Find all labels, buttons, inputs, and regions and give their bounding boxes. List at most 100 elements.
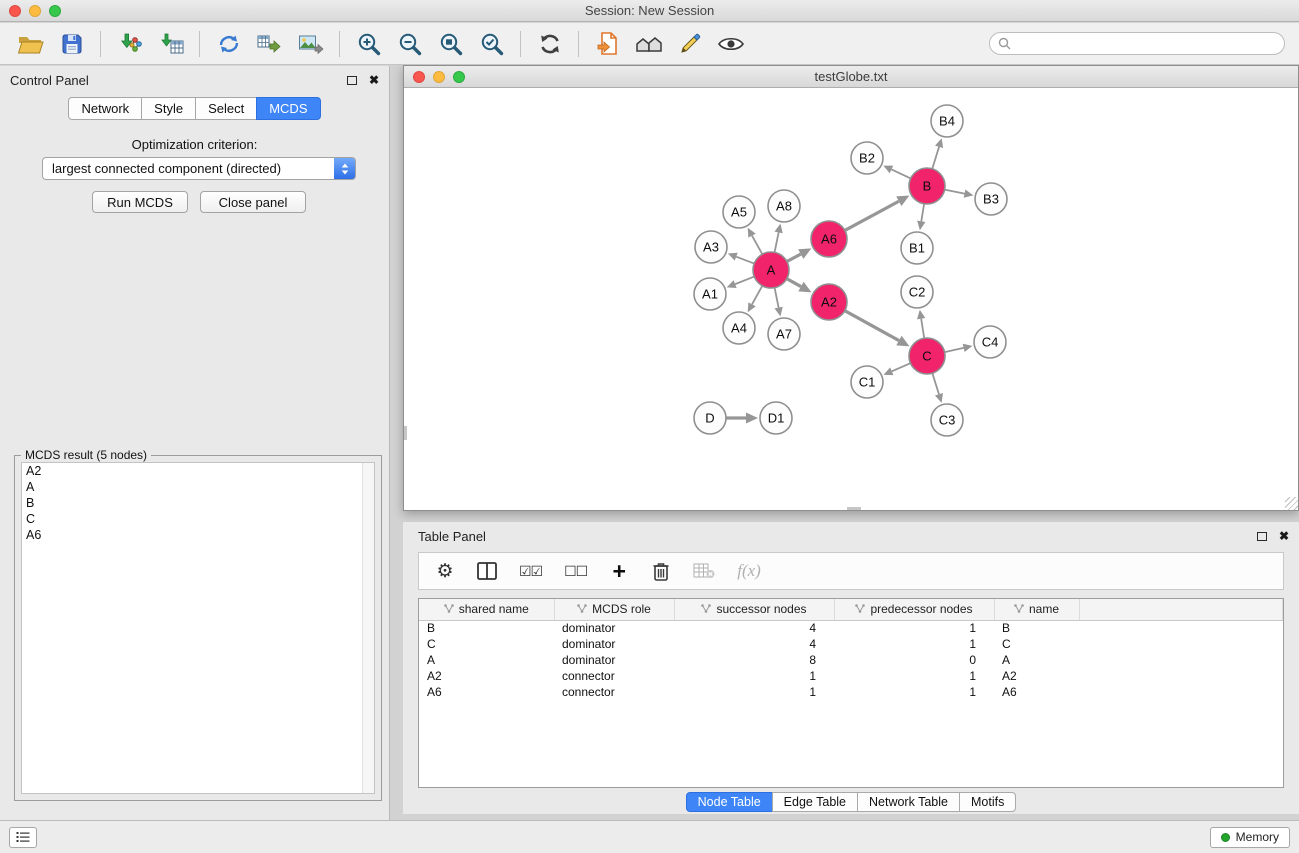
- column-header-predecessor-nodes[interactable]: predecessor nodes: [834, 599, 994, 620]
- deselect-all-button[interactable]: ☐☐: [564, 563, 587, 580]
- search-input[interactable]: [1016, 37, 1276, 51]
- resize-grip[interactable]: [1285, 497, 1298, 510]
- column-header-mcds-role[interactable]: MCDS role: [554, 599, 674, 620]
- save-session-button[interactable]: [51, 26, 92, 62]
- gear-icon: ⚙: [436, 562, 453, 581]
- optimization-criterion-select[interactable]: largest connected component (directed): [42, 157, 356, 180]
- column-label: predecessor nodes: [870, 602, 972, 616]
- tab-network[interactable]: Network: [68, 97, 142, 120]
- toolbar-separator: [520, 31, 521, 57]
- share-network-button[interactable]: [208, 26, 249, 62]
- table-row[interactable]: A6connector11A6: [419, 684, 1283, 700]
- graph-edge-A2-C[interactable]: [845, 311, 899, 341]
- delete-row-button[interactable]: [651, 561, 671, 582]
- graph-edge-C-C1[interactable]: [892, 363, 911, 371]
- table-cell: 1: [834, 684, 994, 700]
- graph-edge-B-B1[interactable]: [921, 204, 924, 222]
- network-from-table-button[interactable]: [249, 26, 290, 62]
- graph-edge-B-B4[interactable]: [932, 147, 939, 169]
- mcds-result-item[interactable]: C: [22, 511, 374, 527]
- graph-edge-A-A5[interactable]: [752, 236, 762, 255]
- graph-edge-B-B3[interactable]: [945, 190, 965, 194]
- table-row[interactable]: Adominator80A: [419, 652, 1283, 668]
- mcds-result-item[interactable]: A6: [22, 527, 374, 543]
- graph-edge-C-C4[interactable]: [945, 348, 964, 352]
- network-window-titlebar[interactable]: testGlobe.txt: [404, 66, 1298, 88]
- mcds-result-title: MCDS result (5 nodes): [21, 448, 151, 462]
- table-cell: A: [419, 652, 554, 668]
- zoom-selected-button[interactable]: [471, 26, 512, 62]
- zoom-fit-icon: [438, 31, 464, 57]
- column-header-name[interactable]: name: [994, 599, 1079, 620]
- zoom-in-button[interactable]: [348, 26, 389, 62]
- graph-edge-A-A4[interactable]: [752, 286, 762, 305]
- window-title: Session: New Session: [0, 3, 1299, 18]
- table-cell: dominator: [554, 652, 674, 668]
- tab-select[interactable]: Select: [195, 97, 257, 120]
- home-button[interactable]: [628, 26, 669, 62]
- show-columns-button[interactable]: [477, 562, 497, 580]
- column-header-successor-nodes[interactable]: successor nodes: [674, 599, 834, 620]
- table-row[interactable]: A2connector11A2: [419, 668, 1283, 684]
- refresh-button[interactable]: [529, 26, 570, 62]
- column-header-shared-name[interactable]: shared name: [419, 599, 554, 620]
- float-table-panel-icon[interactable]: [1257, 532, 1267, 541]
- import-network-file-button[interactable]: [109, 26, 150, 62]
- graph-edge-arrow-B-B1: [917, 221, 925, 231]
- select-all-button[interactable]: ☑☑: [519, 563, 542, 580]
- graph-edge-C-C2[interactable]: [921, 319, 924, 339]
- graph-node-label-B1: B1: [909, 241, 925, 256]
- mcds-result-item[interactable]: A: [22, 479, 374, 495]
- graph-edge-A-A1[interactable]: [735, 277, 754, 285]
- mcds-result-item[interactable]: A2: [22, 463, 374, 479]
- graph-edge-A-A2[interactable]: [787, 279, 801, 287]
- run-mcds-button[interactable]: Run MCDS: [92, 191, 188, 213]
- tab-edge-table[interactable]: Edge Table: [772, 792, 858, 812]
- tab-motifs[interactable]: Motifs: [959, 792, 1016, 812]
- zoom-out-button[interactable]: [389, 26, 430, 62]
- table-settings-button[interactable]: ⚙: [435, 562, 455, 581]
- table-cell: B: [994, 620, 1079, 636]
- network-canvas[interactable]: AA6A2BCA5A8A3A1A4A7B2B4B3B1C2C4C1C3DD1: [404, 88, 1298, 510]
- result-scrollbar[interactable]: [362, 463, 374, 793]
- annotation-document-button[interactable]: [587, 26, 628, 62]
- tab-mcds[interactable]: MCDS: [256, 97, 320, 120]
- graph-edge-A-A7[interactable]: [775, 288, 779, 308]
- table-row[interactable]: Cdominator41C: [419, 636, 1283, 652]
- export-image-button[interactable]: [290, 26, 331, 62]
- graph-edge-A-A8[interactable]: [775, 232, 779, 252]
- delete-table-icon: [693, 563, 715, 579]
- graph-edge-A-A6[interactable]: [787, 254, 801, 261]
- mcds-result-item[interactable]: B: [22, 495, 374, 511]
- zoom-fit-button[interactable]: [430, 26, 471, 62]
- panel-list-button[interactable]: [9, 827, 37, 848]
- graph-edge-B-B2[interactable]: [891, 169, 910, 178]
- window-titlebar[interactable]: Session: New Session: [0, 0, 1299, 22]
- graph-edge-C-C3[interactable]: [932, 373, 939, 394]
- memory-button[interactable]: Memory: [1210, 827, 1290, 848]
- tab-style[interactable]: Style: [141, 97, 196, 120]
- canvas-horizontal-scroll[interactable]: [847, 507, 861, 510]
- style-edit-button[interactable]: [669, 26, 710, 62]
- delete-table-button[interactable]: [693, 563, 715, 579]
- canvas-vertical-scroll[interactable]: [404, 426, 407, 440]
- import-table-file-button[interactable]: [150, 26, 191, 62]
- open-session-button[interactable]: [10, 26, 51, 62]
- float-panel-icon[interactable]: [347, 76, 357, 85]
- function-builder-button[interactable]: f(x): [737, 561, 761, 581]
- tab-node-table[interactable]: Node Table: [686, 792, 773, 812]
- mcds-result-list[interactable]: A2ABCA6: [21, 462, 375, 794]
- close-panel-button[interactable]: Close panel: [200, 191, 306, 213]
- add-row-button[interactable]: +: [609, 560, 629, 583]
- close-table-panel-icon[interactable]: ✖: [1279, 530, 1289, 542]
- graph-edge-A-A3[interactable]: [736, 257, 754, 264]
- graph-node-label-A7: A7: [776, 327, 792, 342]
- search-field[interactable]: [989, 32, 1285, 55]
- tab-network-table[interactable]: Network Table: [857, 792, 960, 812]
- table-row[interactable]: Bdominator41B: [419, 620, 1283, 636]
- table-cell: A: [994, 652, 1079, 668]
- show-hide-button[interactable]: [710, 26, 751, 62]
- graph-edge-A6-B[interactable]: [845, 201, 899, 230]
- graph-node-label-B: B: [923, 179, 932, 194]
- close-panel-icon[interactable]: ✖: [369, 74, 379, 86]
